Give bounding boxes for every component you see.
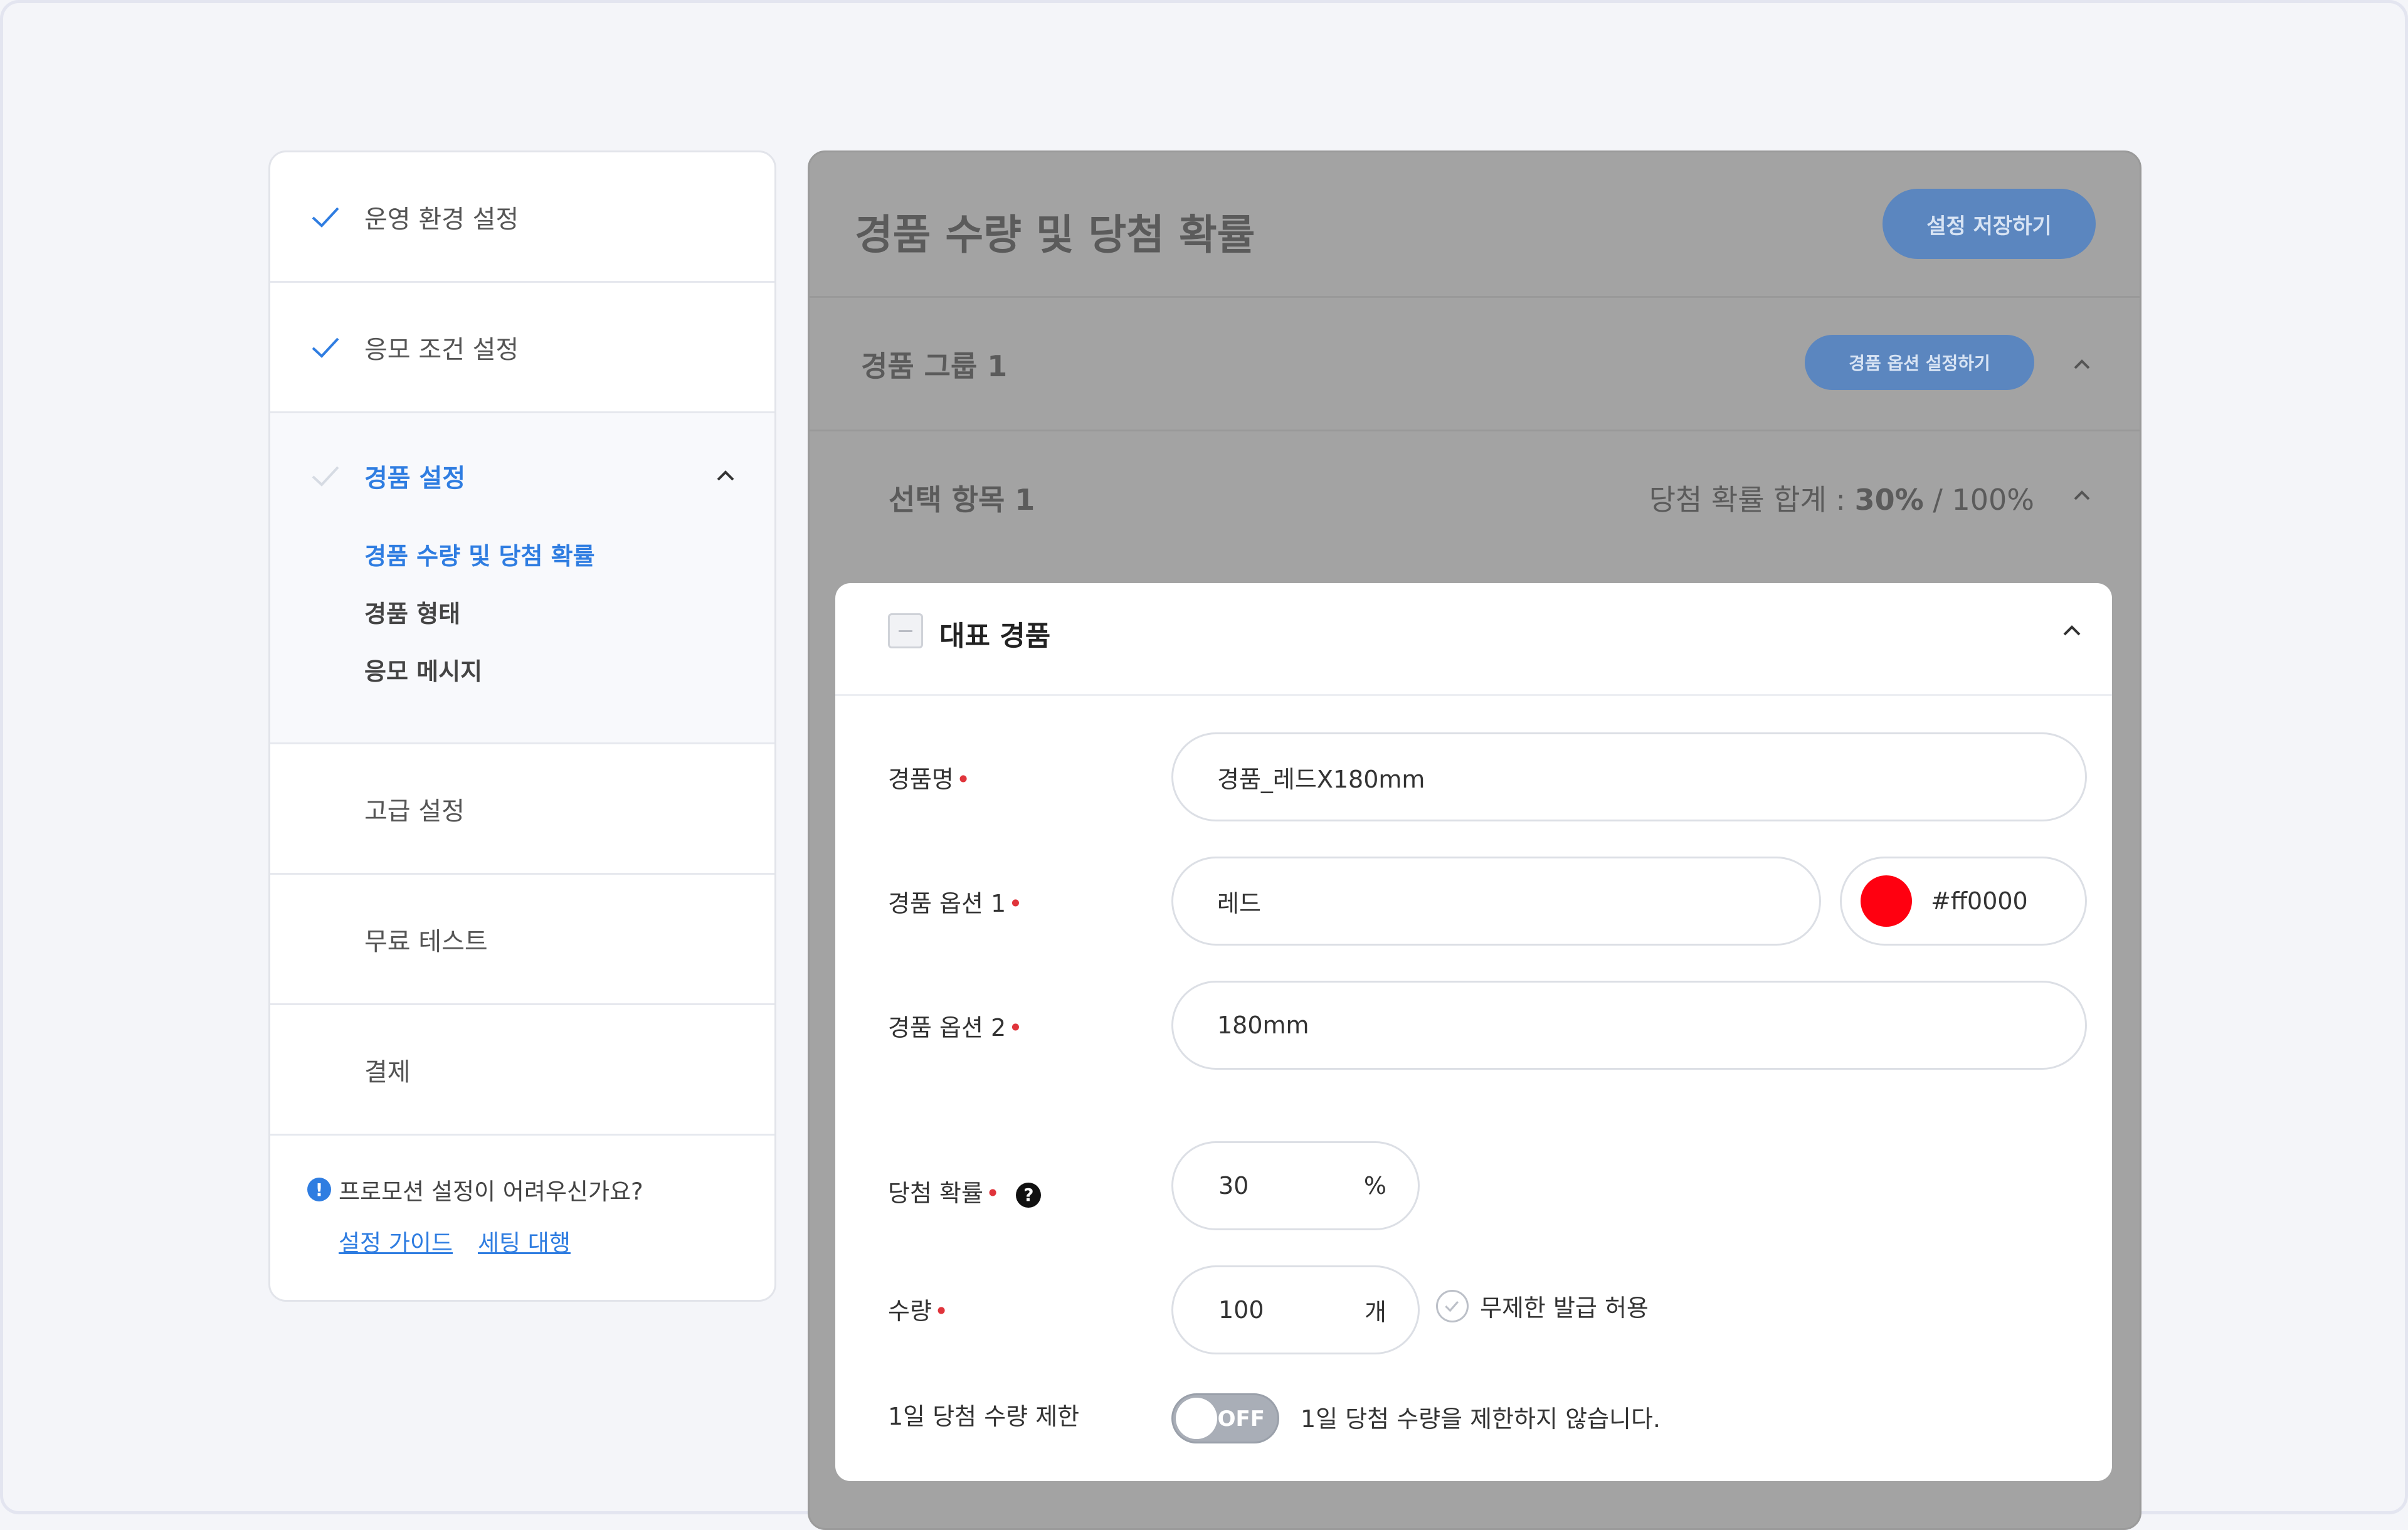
question-icon[interactable]: ?: [1016, 1182, 1042, 1208]
setting-guide-link[interactable]: 설정 가이드: [339, 1224, 453, 1258]
color-swatch[interactable]: [1861, 875, 1912, 927]
sidebar-item-label: 고급 설정: [364, 796, 465, 826]
setting-agency-link[interactable]: 세팅 대행: [478, 1224, 571, 1258]
card-checkbox[interactable]: [888, 613, 923, 648]
info-icon: !: [307, 1178, 331, 1201]
sidebar-item-label: 결제: [364, 1057, 411, 1087]
main-header: 경품 수량 및 당첨 확률 설정 저장하기: [810, 152, 2140, 298]
sidebar-item-label: 응모 조건 설정: [364, 335, 519, 364]
daily-limit-label: 1일 당첨 수량 제한: [888, 1403, 1080, 1430]
page-title: 경품 수량 및 당첨 확률: [855, 211, 1255, 259]
sidebar-item-payment[interactable]: 결제: [270, 1005, 774, 1136]
prize-group-title: 경품 그룹 1: [861, 349, 1008, 383]
prize-name-input[interactable]: 경품_레드X180mm: [1171, 732, 2087, 821]
toggle-knob: [1176, 1398, 1217, 1439]
probability-sum: 당첨 확률 합계 : 30% / 100%: [1649, 483, 2034, 517]
selection-item-row: 선택 항목 1 당첨 확률 합계 : 30% / 100%: [810, 433, 2140, 559]
check-circle-icon: [1436, 1289, 1469, 1322]
sidebar-item-advanced-settings[interactable]: 고급 설정: [270, 744, 774, 875]
daily-limit-description: 1일 당첨 수량을 제한하지 않습니다.: [1301, 1405, 1661, 1433]
sidebar-item-entry-conditions[interactable]: 응모 조건 설정: [270, 283, 774, 413]
quantity-input[interactable]: 100 개: [1171, 1265, 1420, 1354]
chevron-up-icon[interactable]: [2059, 618, 2084, 643]
card-title: 대표 경품: [939, 620, 1051, 652]
unlimited-issue-label: 무제한 발급 허용: [1480, 1294, 1649, 1322]
toggle-state: OFF: [1217, 1406, 1265, 1432]
sidebar-subitem-prize-type[interactable]: 경품 형태: [364, 585, 595, 643]
prize-option-settings-button[interactable]: 경품 옵션 설정하기: [1805, 335, 2034, 390]
sidebar-item-label: 무료 테스트: [364, 927, 488, 956]
sidebar-item-label: 경품 설정: [364, 464, 466, 493]
chevron-up-icon[interactable]: [2071, 485, 2093, 507]
prize-option1-input[interactable]: 레드: [1171, 857, 1821, 946]
save-settings-button[interactable]: 설정 저장하기: [1883, 189, 2096, 259]
check-icon: [312, 207, 339, 228]
quantity-label: 수량 •: [888, 1297, 949, 1325]
prize-group-row: 경품 그룹 1 경품 옵션 설정하기: [810, 300, 2140, 431]
prize-option1-label: 경품 옵션 1 •: [888, 890, 1023, 917]
color-picker[interactable]: #ff0000: [1840, 857, 2087, 946]
sidebar-item-operating-environment[interactable]: 운영 환경 설정: [270, 152, 774, 283]
selection-item-title: 선택 항목 1: [889, 483, 1035, 517]
sidebar-subitem-entry-message[interactable]: 응모 메시지: [364, 643, 595, 700]
prize-name-label: 경품명 •: [888, 766, 971, 793]
check-icon: [312, 466, 339, 487]
prize-option2-label: 경품 옵션 2 •: [888, 1014, 1023, 1042]
help-section: ! 프로모션 설정이 어려우신가요? 설정 가이드 세팅 대행: [307, 1173, 643, 1258]
sidebar-sub-list: 경품 수량 및 당첨 확률 경품 형태 응모 메시지: [364, 527, 595, 700]
sidebar-subitem-prize-quantity[interactable]: 경품 수량 및 당첨 확률: [364, 527, 595, 585]
representative-prize-card: 대표 경품 경품명 • 경품_레드X180mm 경품 옵션 1 • 레드 #ff00…: [835, 583, 2112, 1481]
chevron-up-icon[interactable]: [2071, 354, 2093, 376]
sidebar-item-prize-settings: 경품 설정 경품 수량 및 당첨 확률 경품 형태 응모 메시지: [270, 413, 774, 744]
card-header: 대표 경품: [835, 583, 2112, 696]
help-question: 프로모션 설정이 어려우신가요?: [339, 1178, 643, 1205]
daily-limit-toggle[interactable]: OFF: [1171, 1393, 1279, 1443]
chevron-up-icon[interactable]: [713, 463, 738, 488]
sidebar-item-prize-settings-header[interactable]: 경품 설정: [312, 413, 774, 539]
sidebar-item-free-test[interactable]: 무료 테스트: [270, 875, 774, 1005]
prize-option2-input[interactable]: 180mm: [1171, 981, 2087, 1070]
check-icon: [312, 337, 339, 358]
unlimited-issue-checkbox[interactable]: 무제한 발급 허용: [1436, 1289, 1649, 1323]
sidebar-item-label: 운영 환경 설정: [364, 204, 519, 234]
probability-label: 당첨 확률 •?: [888, 1174, 1042, 1208]
sidebar: 운영 환경 설정 응모 조건 설정 경품 설정 경품 수량 및 당첨 확률 경품…: [268, 150, 776, 1302]
probability-input[interactable]: 30 %: [1171, 1141, 1420, 1230]
